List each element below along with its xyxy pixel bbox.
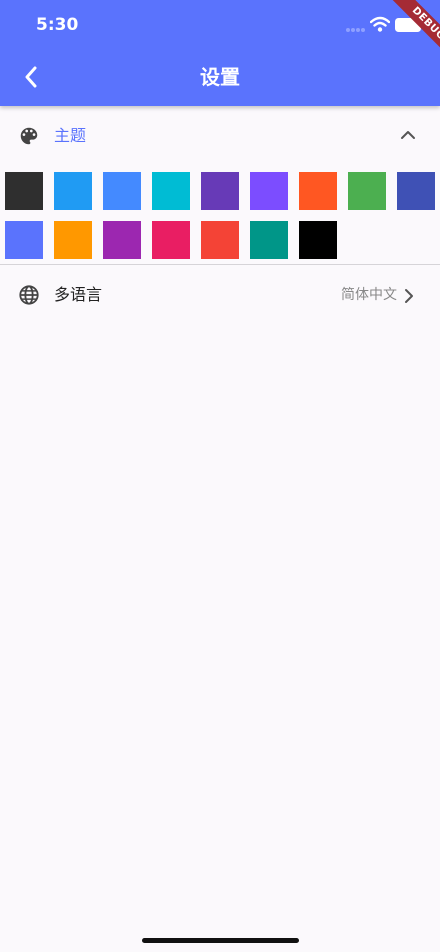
- theme-color-swatch[interactable]: [103, 221, 141, 259]
- chevron-up-icon[interactable]: [400, 129, 416, 141]
- theme-color-swatch[interactable]: [299, 221, 337, 259]
- theme-color-swatch[interactable]: [201, 221, 239, 259]
- palette-icon: [20, 127, 38, 145]
- debug-banner: DEBUG: [386, 0, 440, 66]
- signal-icon: [346, 28, 365, 32]
- theme-color-swatch[interactable]: [5, 221, 43, 259]
- theme-color-swatch[interactable]: [201, 172, 239, 210]
- language-row[interactable]: 多语言 简体中文: [0, 273, 440, 319]
- theme-color-swatch[interactable]: [397, 172, 435, 210]
- theme-color-swatch[interactable]: [54, 172, 92, 210]
- theme-color-swatch[interactable]: [250, 221, 288, 259]
- wifi-icon: [370, 16, 390, 32]
- settings-screen: 5:30 DEBUG 设置 主题 多语言 简体中文: [0, 0, 440, 952]
- language-label: 多语言: [54, 285, 103, 304]
- theme-color-swatch[interactable]: [103, 172, 141, 210]
- page-title: 设置: [200, 65, 240, 89]
- theme-color-swatch[interactable]: [152, 172, 190, 210]
- app-bar: 5:30 DEBUG 设置: [0, 0, 440, 106]
- theme-color-swatch[interactable]: [54, 221, 92, 259]
- theme-label: 主题: [54, 126, 87, 145]
- theme-color-swatch[interactable]: [348, 172, 386, 210]
- language-value: 简体中文: [341, 287, 397, 303]
- theme-color-swatch[interactable]: [250, 172, 288, 210]
- home-indicator: [142, 938, 299, 943]
- theme-color-swatch[interactable]: [152, 221, 190, 259]
- globe-icon: [19, 285, 39, 305]
- chevron-right-icon: [405, 289, 413, 303]
- theme-color-swatch[interactable]: [299, 172, 337, 210]
- status-time: 5:30: [36, 15, 79, 35]
- divider: [0, 264, 440, 265]
- theme-color-swatch[interactable]: [5, 172, 43, 210]
- theme-section-header[interactable]: 主题: [0, 114, 440, 160]
- theme-color-grid: [5, 172, 435, 259]
